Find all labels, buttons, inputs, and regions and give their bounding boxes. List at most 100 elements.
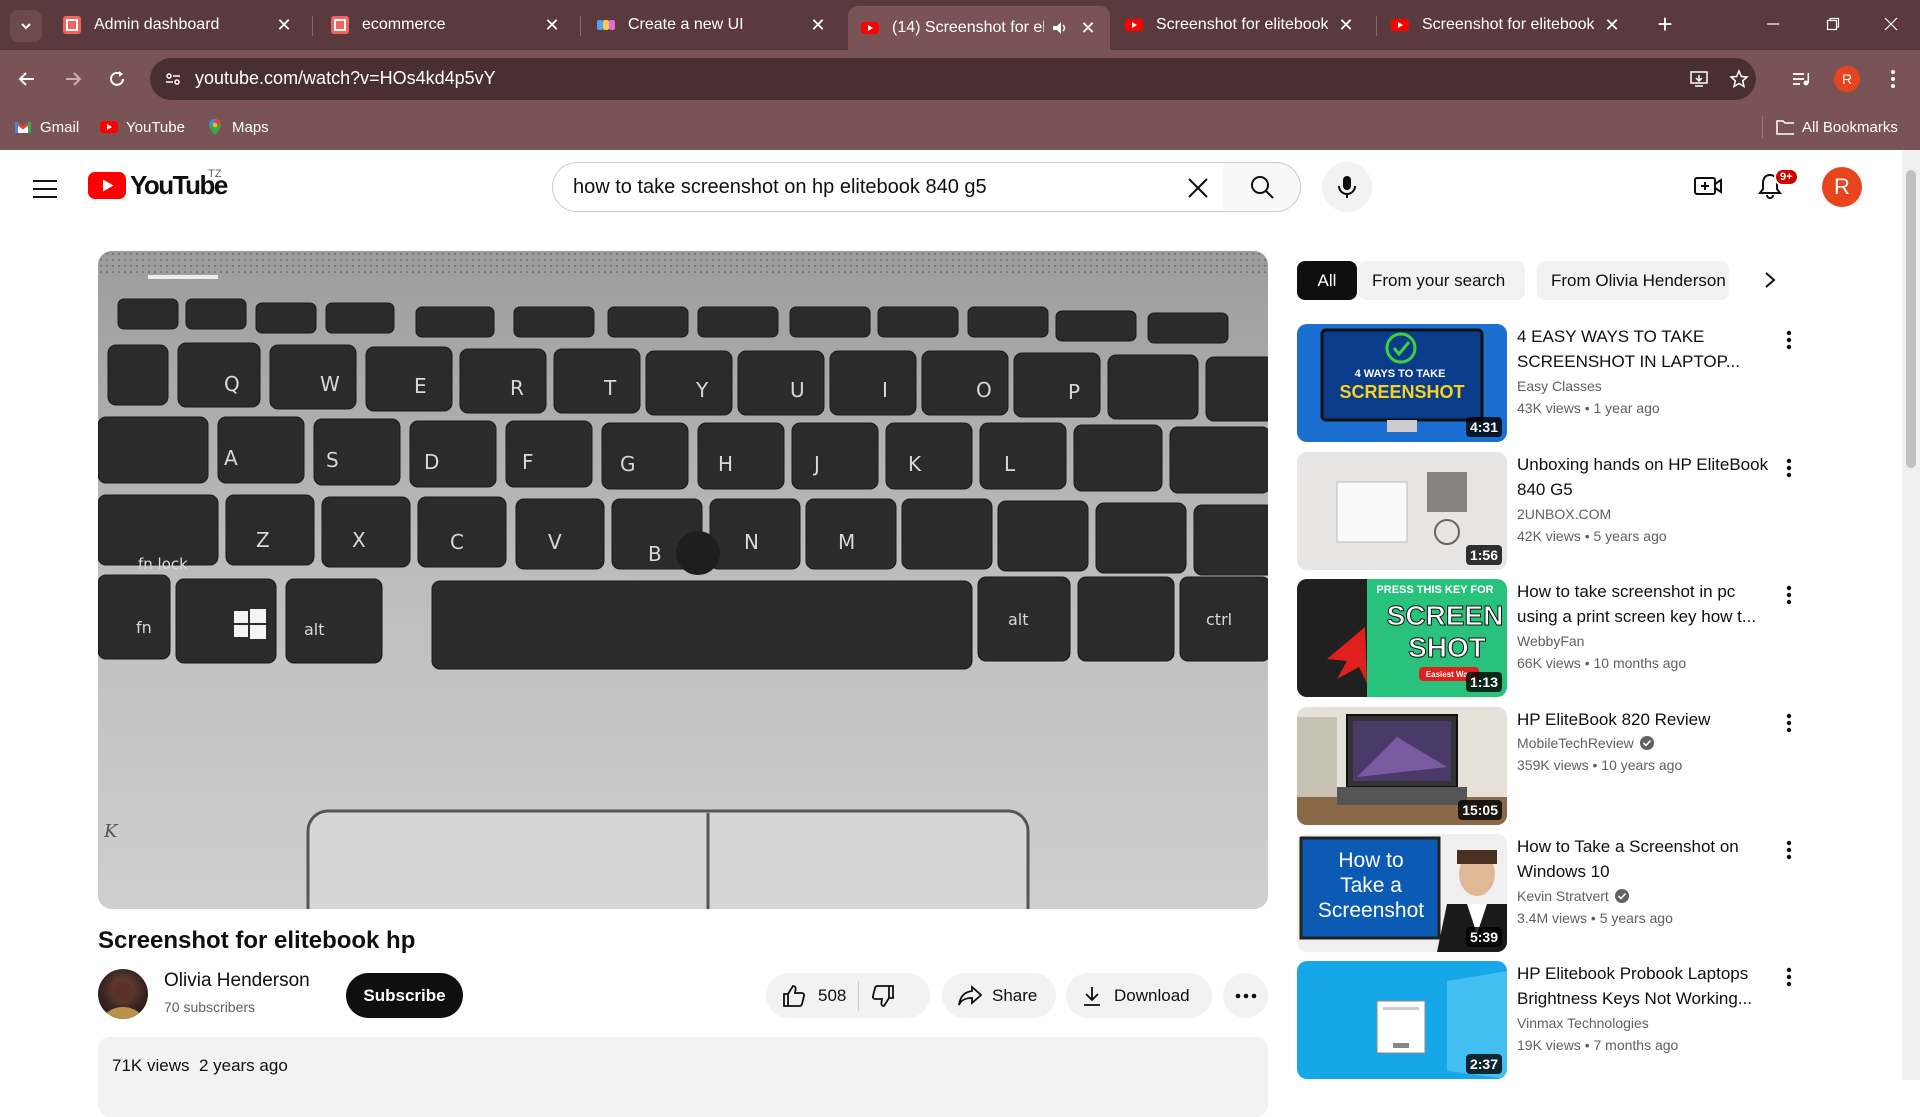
description-box[interactable] <box>98 1037 1268 1117</box>
browser-tab-ecommerce[interactable]: ecommerce ✕ <box>318 8 574 42</box>
action-menu-button[interactable] <box>1777 963 1801 991</box>
action-menu-button[interactable] <box>1777 709 1801 737</box>
tab-title: (14) Screenshot for elit <box>892 19 1044 36</box>
recommendation-title[interactable]: 4 EASY WAYS TO TAKE SCREENSHOT IN LAPTOP… <box>1517 324 1771 374</box>
profile-button[interactable]: R <box>1830 62 1864 96</box>
browser-tab-youtube-3[interactable]: Screenshot for elitebook h ✕ <box>1378 8 1634 42</box>
verified-icon <box>1614 889 1629 903</box>
close-window-button[interactable] <box>1862 0 1920 48</box>
action-menu-button[interactable] <box>1777 581 1801 609</box>
recommendation-item[interactable]: 2:37 HP Elitebook Probook Laptops Bright… <box>1297 961 1797 1079</box>
recommendation-item[interactable]: 1:56 Unboxing hands on HP EliteBook 840 … <box>1297 452 1797 570</box>
new-tab-button[interactable]: + <box>1636 0 1694 48</box>
svg-text:P: P <box>1068 380 1080 404</box>
share-button[interactable]: Share <box>942 973 1056 1018</box>
create-button[interactable] <box>1688 166 1728 206</box>
video-thumbnail[interactable]: 4 WAYS TO TAKE SCREENSHOT 4:31 <box>1297 324 1507 442</box>
bookmark-label: YouTube <box>126 118 185 136</box>
recommendation-item[interactable]: How to Take a Screenshot 5:39 How to Tak… <box>1297 834 1797 952</box>
video-thumbnail[interactable]: PRESS THIS KEY FOR SCREEN SHOT Easiest W… <box>1297 579 1507 697</box>
url-text[interactable]: youtube.com/watch?v=HOs4kd4p5vY <box>195 68 496 89</box>
close-icon[interactable]: ✕ <box>1602 15 1622 35</box>
search-input[interactable] <box>573 163 1133 211</box>
close-icon[interactable]: ✕ <box>1078 18 1098 38</box>
minimize-button[interactable] <box>1744 0 1802 48</box>
close-icon[interactable]: ✕ <box>1336 15 1356 35</box>
restore-button[interactable] <box>1804 0 1862 48</box>
recommendation-title[interactable]: Unboxing hands on HP EliteBook 840 G5 <box>1517 452 1771 502</box>
recommendation-stats: 3.4M views • 5 years ago <box>1517 910 1673 926</box>
close-icon[interactable]: ✕ <box>274 15 294 35</box>
kebab-menu-icon <box>1786 713 1792 733</box>
browser-tab-youtube-2[interactable]: Screenshot for elitebook h ✕ <box>1112 8 1368 42</box>
action-menu-button[interactable] <box>1777 836 1801 864</box>
browser-tab-admin-dashboard[interactable]: Admin dashboard ✕ <box>50 8 306 42</box>
install-app-icon[interactable] <box>1682 62 1716 96</box>
browser-tab-active-youtube[interactable]: (14) Screenshot for elit ✕ <box>848 6 1110 50</box>
guide-menu-button[interactable] <box>28 172 62 206</box>
chip-all[interactable]: All <box>1297 261 1357 300</box>
like-button[interactable]: 508 <box>782 984 846 1008</box>
more-actions-button[interactable] <box>1223 973 1268 1018</box>
youtube-logo[interactable]: YouTube <box>88 170 228 201</box>
media-controls-icon[interactable] <box>1784 62 1818 96</box>
bookmark-gmail[interactable]: Gmail <box>14 116 79 138</box>
recommendation-channel[interactable]: Kevin Stratvert <box>1517 888 1629 904</box>
channel-avatar[interactable] <box>98 969 148 1019</box>
recommendation-channel[interactable]: 2UNBOX.COM <box>1517 506 1611 522</box>
bookmark-star-icon[interactable] <box>1722 62 1756 96</box>
search-icon <box>1250 176 1274 199</box>
recommendation-item[interactable]: PRESS THIS KEY FOR SCREEN SHOT Easiest W… <box>1297 579 1797 697</box>
recommendation-title[interactable]: How to Take a Screenshot on Windows 10 <box>1517 834 1771 884</box>
recommendation-title[interactable]: How to take screenshot in pc using a pri… <box>1517 579 1771 629</box>
all-bookmarks-button[interactable]: All Bookmarks <box>1776 116 1898 138</box>
gmail-icon <box>14 118 32 136</box>
kebab-menu-icon <box>1786 585 1792 605</box>
video-thumbnail[interactable]: 2:37 <box>1297 961 1507 1079</box>
browser-menu-button[interactable] <box>1876 62 1910 96</box>
bookmark-maps[interactable]: Maps <box>206 116 269 138</box>
video-thumbnail[interactable]: 1:56 <box>1297 452 1507 570</box>
tab-search-button[interactable] <box>10 10 42 42</box>
download-button[interactable]: Download <box>1066 973 1212 1018</box>
action-menu-button[interactable] <box>1777 326 1801 354</box>
back-button[interactable] <box>10 62 44 96</box>
subscribe-button[interactable]: Subscribe <box>346 973 463 1018</box>
tab-separator <box>580 16 581 36</box>
browser-tab-create-ui[interactable]: Create a new UI ✕ <box>584 8 840 42</box>
recommendation-channel[interactable]: MobileTechReview <box>1517 735 1654 751</box>
forward-button[interactable] <box>56 62 90 96</box>
bookmark-youtube[interactable]: YouTube <box>100 116 185 138</box>
dislike-button[interactable] <box>871 984 895 1008</box>
video-thumbnail[interactable]: 15:05 <box>1297 707 1507 825</box>
close-icon[interactable]: ✕ <box>808 15 828 35</box>
recommendation-item[interactable]: 15:05 HP EliteBook 820 Review MobileTech… <box>1297 707 1797 825</box>
video-player[interactable]: Q W E R T Y U I O P A S D F G H J K L Z X C V B N M fn alt al… <box>98 251 1268 909</box>
action-menu-button[interactable] <box>1777 454 1801 482</box>
chip-from-channel[interactable]: From Olivia Henderson <box>1537 261 1729 300</box>
chip-from-your-search[interactable]: From your search <box>1358 261 1525 300</box>
recommendation-item[interactable]: 4 WAYS TO TAKE SCREENSHOT 4:31 4 EASY WA… <box>1297 324 1797 442</box>
search-button[interactable] <box>1223 162 1301 212</box>
channel-name[interactable]: Olivia Henderson <box>164 970 310 992</box>
reload-button[interactable] <box>100 62 134 96</box>
recommendation-channel[interactable]: Vinmax Technologies <box>1517 1015 1649 1031</box>
recommendation-title[interactable]: HP EliteBook 820 Review <box>1517 707 1771 732</box>
clear-search-button[interactable] <box>1181 171 1215 205</box>
recommendation-channel[interactable]: Easy Classes <box>1517 378 1602 394</box>
reload-icon <box>110 71 124 86</box>
rec-views: 3.4M views <box>1517 910 1588 926</box>
chips-next-button[interactable] <box>1752 262 1788 298</box>
laravel-icon <box>62 15 82 35</box>
close-icon[interactable]: ✕ <box>542 15 562 35</box>
svg-text:L: L <box>1004 452 1016 476</box>
voice-search-button[interactable] <box>1322 162 1372 212</box>
site-info-icon[interactable] <box>156 62 190 96</box>
scrollbar-thumb[interactable] <box>1906 170 1916 468</box>
speaker-icon[interactable] <box>1050 18 1070 38</box>
youtube-icon <box>1124 15 1144 35</box>
account-avatar[interactable]: R <box>1822 167 1862 207</box>
recommendation-title[interactable]: HP Elitebook Probook Laptops Brightness … <box>1517 961 1771 1011</box>
recommendation-channel[interactable]: WebbyFan <box>1517 633 1584 649</box>
video-thumbnail[interactable]: How to Take a Screenshot 5:39 <box>1297 834 1507 952</box>
